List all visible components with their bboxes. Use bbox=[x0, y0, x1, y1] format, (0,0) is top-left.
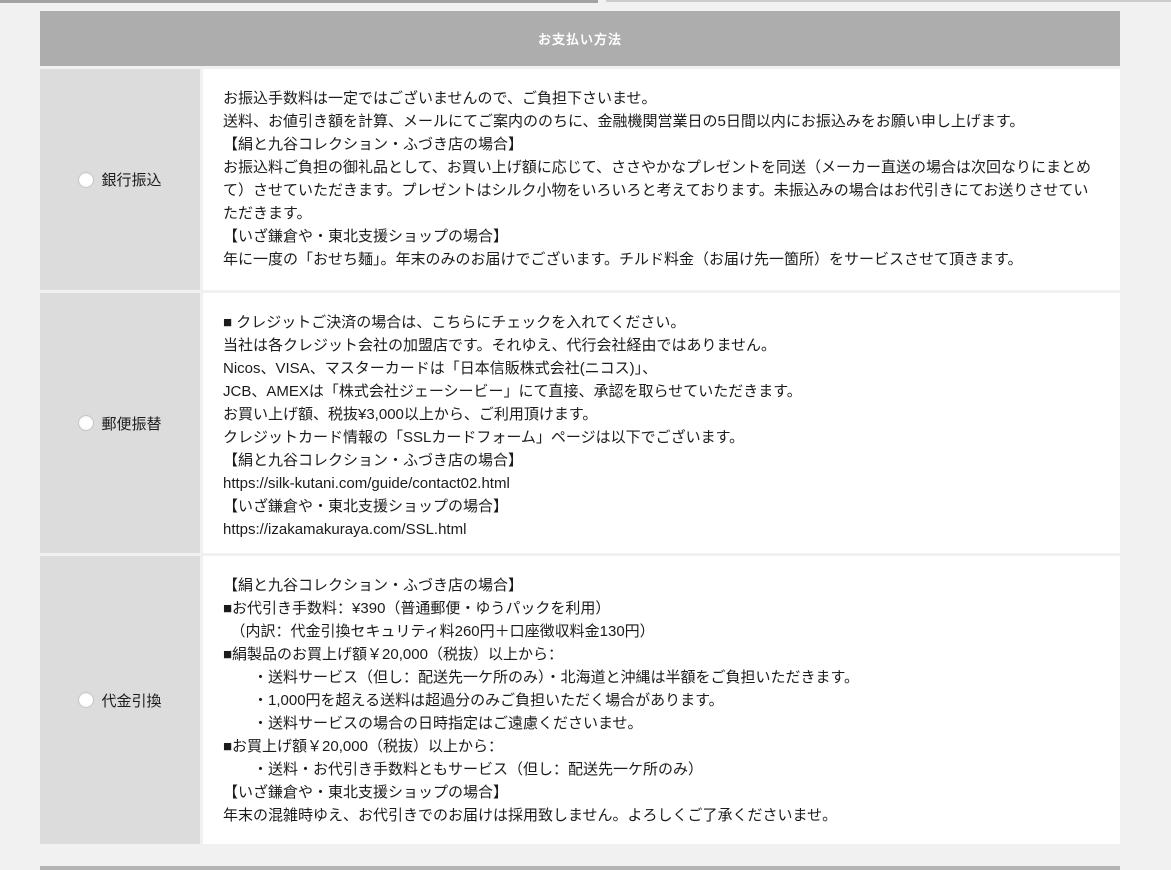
description-line: お買い上げ額、税抜¥3,000以上から、ご利用頂けます。 bbox=[223, 403, 1100, 426]
description-line: お振込料ご負担の御礼品として、お買い上げ額に応じて、ささやかなプレゼントを同送（… bbox=[223, 156, 1100, 225]
payment-option-label: 代金引換 bbox=[101, 690, 161, 711]
description-line: ・送料サービスの場合の日時指定はご遠慮くださいませ。 bbox=[223, 712, 1100, 735]
description-line: Nicos、VISA、マスターカードは「日本信販株式会社(ニコス)」、 bbox=[223, 357, 1100, 380]
payment-table-title: お支払い方法 bbox=[538, 29, 622, 48]
payment-option-label: 郵便振替 bbox=[101, 413, 161, 434]
payment-option-cell-bank-transfer[interactable]: 銀行振込 bbox=[40, 69, 200, 290]
description-line: ・送料・お代引き手数料ともサービス（但し：配送先一ケ所のみ） bbox=[223, 758, 1100, 781]
description-line: ■ クレジットご決済の場合は、こちらにチェックを入れてください。 bbox=[223, 311, 1100, 334]
payment-row-cash-on-delivery: 代金引換 【絹と九谷コレクション・ふづき店の場合】■お代引き手数料：¥390（普… bbox=[40, 556, 1120, 844]
payment-method-table: お支払い方法 銀行振込 お振込手数料は一定ではございませんので、ご負担下さいませ… bbox=[40, 11, 1120, 844]
description-line: ■お買上げ額￥20,000（税抜）以上から： bbox=[223, 735, 1100, 758]
radio-button-bank-transfer[interactable] bbox=[78, 172, 94, 188]
description-line: 【いざ鎌倉や・東北支援ショップの場合】 bbox=[223, 495, 1100, 518]
description-line: 【絹と九谷コレクション・ふづき店の場合】 bbox=[223, 574, 1100, 597]
payment-description-cash-on-delivery: 【絹と九谷コレクション・ふづき店の場合】■お代引き手数料：¥390（普通郵便・ゆ… bbox=[203, 556, 1120, 844]
description-line: JCB、AMEXは「株式会社ジェーシービー」にて直接、承認を取らせていただきます… bbox=[223, 380, 1100, 403]
description-line: お振込手数料は一定ではございませんので、ご負担下さいませ。 bbox=[223, 87, 1100, 110]
next-section-header-partial bbox=[40, 866, 1120, 870]
description-line: 送料、お値引き額を計算、メールにてご案内ののちに、金融機関営業日の5日間以内にお… bbox=[223, 110, 1100, 133]
description-line: https://izakamakuraya.com/SSL.html bbox=[223, 518, 1100, 541]
description-line: 年に一度の「おせち麺」。年末のみのお届けでございます。チルド料金（お届け先一箇所… bbox=[223, 248, 1100, 271]
description-line: ・1,000円を超える送料は超過分のみご負担いただく場合があります。 bbox=[223, 689, 1100, 712]
top-divider-right-segment bbox=[606, 0, 1171, 2]
payment-option-cell-postal-transfer[interactable]: 郵便振替 bbox=[40, 293, 200, 553]
top-divider bbox=[0, 0, 1171, 4]
description-line: 当社は各クレジット会社の加盟店です。それゆえ、代行会社経由ではありません。 bbox=[223, 334, 1100, 357]
description-line: ・送料サービス（但し：配送先一ケ所のみ）・北海道と沖縄は半額をご負担いただきます… bbox=[223, 666, 1100, 689]
description-line: 【いざ鎌倉や・東北支援ショップの場合】 bbox=[223, 781, 1100, 804]
description-line: 【絹と九谷コレクション・ふづき店の場合】 bbox=[223, 133, 1100, 156]
description-line: クレジットカード情報の「SSLカードフォーム」ページは以下でございます。 bbox=[223, 426, 1100, 449]
description-line: ■絹製品のお買上げ額￥20,000（税抜）以上から： bbox=[223, 643, 1100, 666]
payment-row-bank-transfer: 銀行振込 お振込手数料は一定ではございませんので、ご負担下さいませ。送料、お値引… bbox=[40, 69, 1120, 290]
payment-option-cell-cash-on-delivery[interactable]: 代金引換 bbox=[40, 556, 200, 844]
payment-description-postal-transfer: ■ クレジットご決済の場合は、こちらにチェックを入れてください。当社は各クレジッ… bbox=[203, 293, 1120, 553]
radio-button-postal-transfer[interactable] bbox=[78, 415, 94, 431]
description-line: https://silk-kutani.com/guide/contact02.… bbox=[223, 472, 1100, 495]
description-line: 【絹と九谷コレクション・ふづき店の場合】 bbox=[223, 449, 1100, 472]
description-line: （内訳：代金引換セキュリティ料260円＋口座徴収料金130円） bbox=[223, 620, 1100, 643]
description-line: ■お代引き手数料：¥390（普通郵便・ゆうパックを利用） bbox=[223, 597, 1100, 620]
description-line: 年末の混雑時ゆえ、お代引きでのお届けは採用致しません。よろしくご了承くださいませ… bbox=[223, 804, 1100, 827]
payment-table-header: お支払い方法 bbox=[40, 11, 1120, 66]
payment-row-postal-transfer: 郵便振替 ■ クレジットご決済の場合は、こちらにチェックを入れてください。当社は… bbox=[40, 293, 1120, 553]
description-line: 【いざ鎌倉や・東北支援ショップの場合】 bbox=[223, 225, 1100, 248]
radio-button-cash-on-delivery[interactable] bbox=[78, 692, 94, 708]
payment-description-bank-transfer: お振込手数料は一定ではございませんので、ご負担下さいませ。送料、お値引き額を計算… bbox=[203, 69, 1120, 290]
top-divider-left-segment bbox=[0, 0, 598, 3]
payment-option-label: 銀行振込 bbox=[101, 169, 161, 190]
